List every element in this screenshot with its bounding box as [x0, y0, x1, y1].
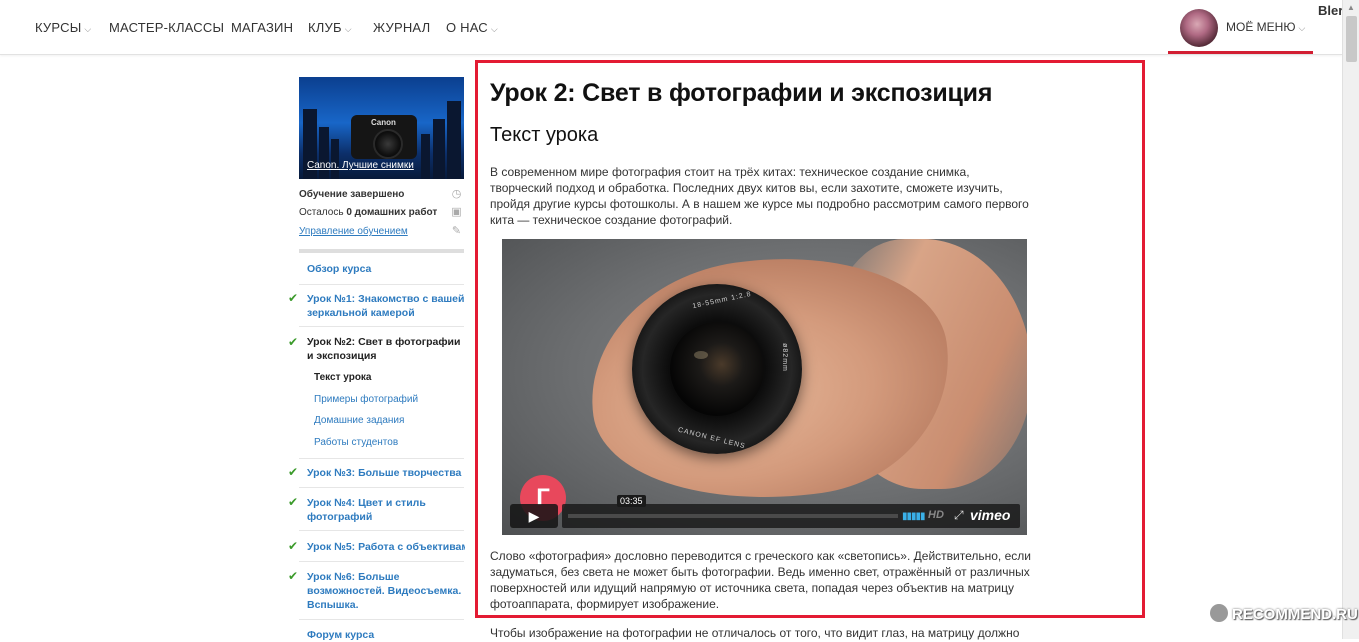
lens-engraving-side: ø82mm — [780, 343, 788, 372]
city-building — [433, 119, 445, 179]
city-building — [447, 101, 461, 179]
chevron-down-icon: ⌵ — [84, 24, 92, 34]
nav-item-club[interactable]: КЛУБ ⌵ — [308, 20, 352, 35]
image-icon: ▣ — [451, 206, 462, 218]
lesson-paragraph: В современном мире фотография стоит на т… — [490, 165, 1029, 227]
play-button[interactable]: ▶ — [510, 504, 558, 528]
nav-item-master-classes[interactable]: МАСТЕР-КЛАССЫ — [109, 20, 224, 35]
city-building — [331, 139, 339, 179]
camera-image: Canon — [351, 115, 417, 159]
check-icon: ✔ — [288, 495, 299, 509]
check-icon: ✔ — [288, 335, 299, 349]
camera-lens — [373, 129, 403, 159]
sidebar-divider — [299, 249, 464, 253]
divider — [299, 458, 464, 459]
chevron-down-icon: ⌵ — [344, 24, 352, 34]
nav-item-courses[interactable]: КУРСЫ ⌵ — [35, 20, 91, 35]
training-status: Обучение завершено — [299, 189, 405, 200]
video-duration: 03:35 — [617, 495, 646, 507]
top-navigation: КУРСЫ ⌵ МАСТЕР-КЛАССЫ МАГАЗИН КЛУБ ⌵ ЖУРНА… — [0, 0, 1342, 55]
divider — [299, 561, 464, 562]
video-controls: ▶ 03:35 ▮▮▮▮▮ HD ⤢ vimeo — [510, 495, 1020, 528]
nav-item-journal[interactable]: ЖУРНАЛ — [373, 20, 430, 35]
chevron-down-icon: ⌵ — [1298, 23, 1306, 33]
clock-icon: ◷ — [451, 188, 462, 200]
divider — [299, 619, 464, 620]
scroll-up-arrow-icon[interactable]: ▲ — [1347, 3, 1355, 12]
manage-training-link[interactable]: Управление обучением — [299, 226, 408, 237]
video-control-bar: 03:35 ▮▮▮▮▮ HD ⤢ vimeo — [562, 495, 1020, 528]
check-icon: ✔ — [288, 569, 299, 583]
course-title-link[interactable]: Canon. Лучшие снимки — [307, 160, 414, 171]
camera-brand-text: Canon — [371, 118, 396, 127]
vimeo-logo[interactable]: vimeo — [970, 507, 1010, 523]
nav-item-about[interactable]: О НАС ⌵ — [446, 20, 498, 35]
wrench-icon[interactable]: ✎ — [451, 226, 462, 237]
lesson-paragraph: Слово «фотография» дословно переводится … — [490, 549, 1031, 611]
sidebar-item-lesson-3[interactable]: Урок №3: Больше творчества — [307, 466, 465, 480]
vertical-scrollbar[interactable]: ▲ — [1342, 0, 1359, 639]
course-thumbnail[interactable]: Canon Canon. Лучшие снимки — [299, 77, 464, 179]
my-menu-button[interactable]: МОЁ МЕНЮ ⌵ — [1226, 20, 1305, 34]
sublesson-photo-examples[interactable]: Примеры фотографий — [314, 394, 418, 405]
check-icon: ✔ — [288, 291, 299, 305]
divider — [299, 284, 464, 285]
video-frame-lens-glass — [670, 322, 764, 416]
sidebar-item-lesson-2[interactable]: Урок №2: Свет в фотографии и экспозиция — [307, 335, 465, 363]
scroll-thumb[interactable] — [1346, 16, 1357, 62]
page-title: Урок 2: Свет в фотографии и экспозиция — [490, 79, 993, 107]
sidebar-item-lesson-6[interactable]: Урок №6: Больше возможностей. Видеосъемк… — [307, 570, 465, 612]
volume-icon[interactable]: ▮▮▮▮▮ — [902, 511, 925, 522]
divider — [299, 326, 464, 327]
sidebar-item-lesson-5[interactable]: Урок №5: Работа с объективами — [307, 540, 465, 554]
video-progress-track[interactable] — [568, 514, 898, 518]
city-building — [421, 134, 430, 179]
recommend-logo-icon — [1210, 604, 1228, 622]
sublesson-homework[interactable]: Домашние задания — [314, 415, 404, 426]
avatar[interactable] — [1180, 9, 1218, 47]
sublesson-student-works[interactable]: Работы студентов — [314, 437, 398, 448]
section-title: Текст урока — [490, 124, 599, 146]
divider — [299, 530, 464, 531]
remaining-homework: Осталось 0 домашних работ — [299, 207, 438, 218]
divider — [299, 487, 464, 488]
check-icon: ✔ — [288, 539, 299, 553]
city-building — [319, 127, 329, 179]
nav-item-shop[interactable]: МАГАЗИН — [231, 20, 293, 35]
video-frame-glint — [694, 351, 708, 359]
sidebar-item-lesson-1[interactable]: Урок №1: Знакомство с вашей зеркальной к… — [307, 292, 465, 320]
sidebar-item-course-forum[interactable]: Форум курса — [307, 628, 465, 642]
chevron-down-icon: ⌵ — [490, 24, 498, 34]
video-player[interactable]: 18-55mm 1:2.8 CANON EF LENS ø82mm Г ▶ 03… — [502, 239, 1027, 535]
fullscreen-icon[interactable]: ⤢ — [954, 508, 964, 523]
my-menu-underline — [1168, 51, 1313, 54]
hd-button[interactable]: HD — [928, 509, 944, 521]
check-icon: ✔ — [288, 465, 299, 479]
sidebar-item-course-overview[interactable]: Обзор курса — [307, 262, 465, 276]
watermark: RECOMMEND.RU — [1210, 604, 1358, 623]
sidebar-item-lesson-4[interactable]: Урок №4: Цвет и стиль фотографий — [307, 496, 465, 524]
sublesson-lesson-text[interactable]: Текст урока — [314, 372, 372, 383]
